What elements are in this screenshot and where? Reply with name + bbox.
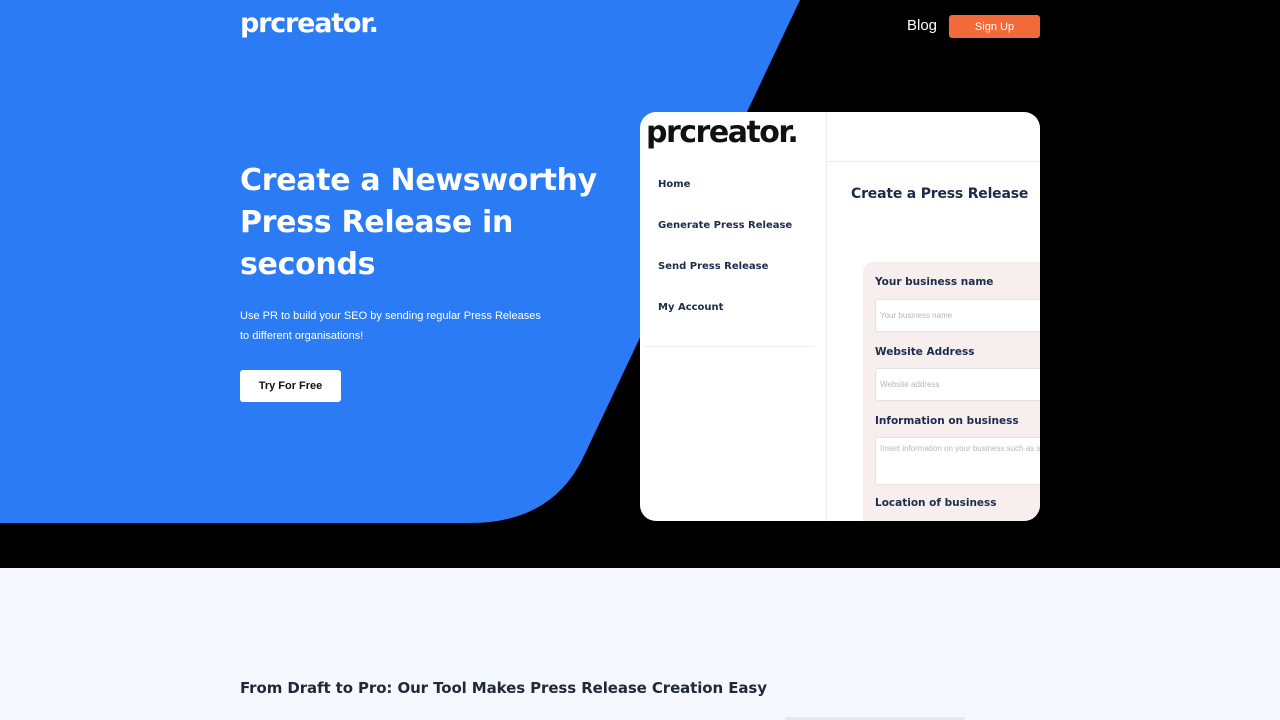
business-name-label: Your business name bbox=[875, 276, 994, 288]
sign-up-button[interactable]: Sign Up bbox=[949, 15, 1040, 38]
hero-subtitle: Use PR to build your SEO by sending regu… bbox=[240, 310, 541, 342]
business-name-input[interactable] bbox=[875, 299, 1040, 332]
website-address-input[interactable] bbox=[875, 368, 1040, 401]
site-logo[interactable]: prcreator. bbox=[240, 8, 379, 39]
mockup-logo: prcreator. bbox=[646, 115, 799, 150]
sidebar-divider bbox=[644, 346, 814, 347]
mockup-nav-send[interactable]: Send Press Release bbox=[658, 261, 768, 272]
app-mockup-card: prcreator. Home Generate Press Release S… bbox=[640, 112, 1040, 521]
hero-title: Create a Newsworthy Press Release in sec… bbox=[240, 163, 597, 282]
mockup-nav-generate[interactable]: Generate Press Release bbox=[658, 220, 792, 231]
business-location-label: Location of business bbox=[875, 497, 997, 509]
mockup-page-title: Create a Press Release bbox=[851, 186, 1029, 202]
mockup-sidebar: prcreator. Home Generate Press Release S… bbox=[640, 112, 827, 521]
nav-blog-link[interactable]: Blog bbox=[907, 17, 937, 34]
hero-section: prcreator. Blog Sign Up Create a Newswor… bbox=[0, 0, 1280, 568]
features-section: From Draft to Pro: Our Tool Makes Press … bbox=[0, 568, 1280, 720]
press-release-form: Your business name Website Address Infor… bbox=[863, 262, 1040, 521]
try-for-free-button[interactable]: Try For Free bbox=[240, 370, 341, 402]
features-heading: From Draft to Pro: Our Tool Makes Press … bbox=[240, 679, 767, 697]
mockup-nav-account[interactable]: My Account bbox=[658, 302, 723, 313]
business-info-label: Information on business bbox=[875, 415, 1019, 427]
website-address-label: Website Address bbox=[875, 346, 975, 358]
mockup-nav-home[interactable]: Home bbox=[658, 179, 690, 190]
mockup-header-divider bbox=[828, 161, 1040, 162]
business-info-textarea[interactable] bbox=[875, 437, 1040, 485]
